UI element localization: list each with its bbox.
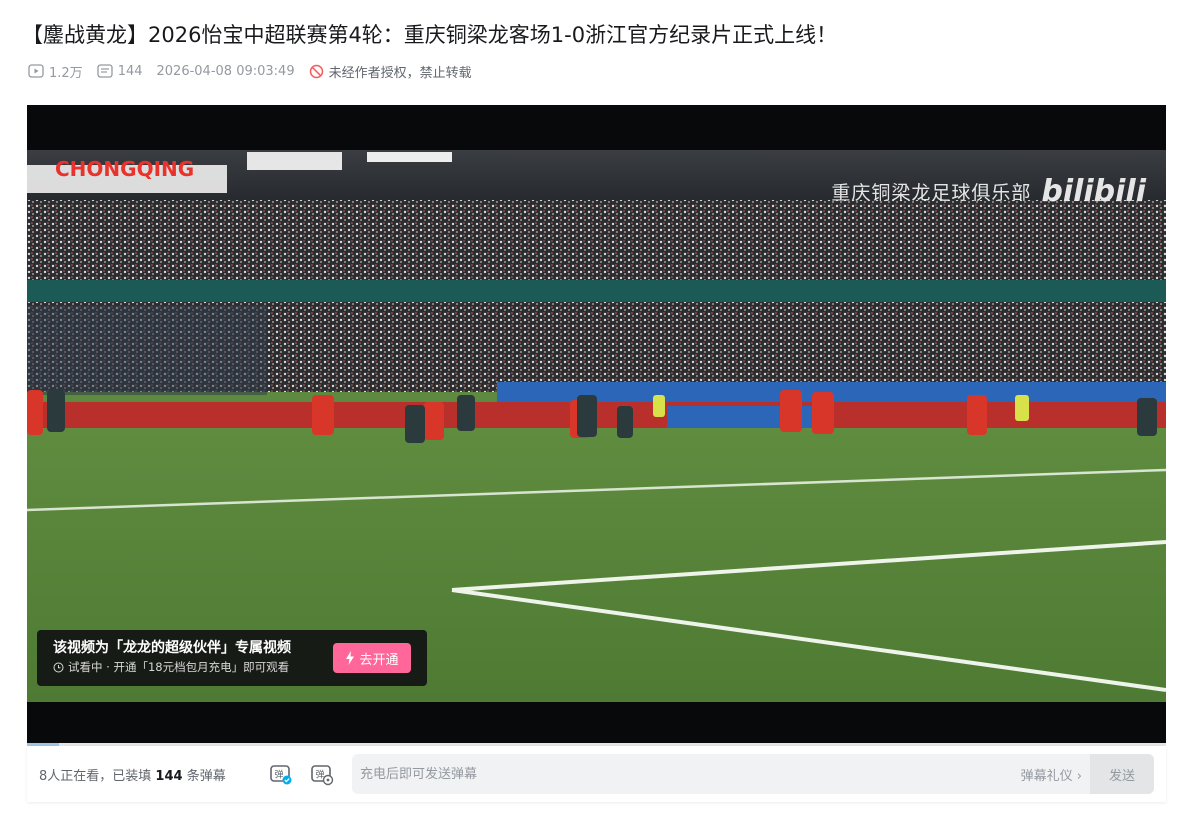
danmaku-count-icon: [97, 64, 113, 78]
watching-status: 8人正在看，已装填 144 条弹幕: [39, 769, 226, 784]
svg-text:弹: 弹: [275, 769, 284, 781]
play-count-icon: [28, 64, 44, 78]
danmaku-input-group: 弹幕礼仪 › 发送: [352, 754, 1154, 794]
danmaku-count: 144: [97, 64, 143, 79]
danmaku-toggle-button[interactable]: 弹: [269, 762, 293, 790]
exclusive-video-banner: 该视频为「龙龙的超级伙伴」专属视频 试看中 · 开通「18元档包月充电」即可观看…: [37, 630, 427, 686]
danmaku-bar: 8人正在看，已装填 144 条弹幕 弹 弹 弹幕礼仪 › 发送: [27, 746, 1166, 802]
channel-watermark: 重庆铜梁龙足球俱乐部 bilibili: [831, 174, 1146, 209]
subscribe-button[interactable]: 去开通: [333, 643, 411, 673]
video-meta: 1.2万 144 2026-04-08 09:03:49 未经作者授权，禁止转载: [28, 61, 486, 81]
send-danmaku-button[interactable]: 发送: [1090, 754, 1154, 794]
video-frame[interactable]: CHONGQING 重庆铜梁龙足球俱乐部 bilibili: [27, 150, 1166, 702]
danmaku-settings-icon: 弹: [311, 765, 334, 786]
video-title: 【鏖战黄龙】2026怡宝中超联赛第4轮：重庆铜梁龙客场1-0浙江官方纪录片正式上…: [22, 23, 838, 47]
danmaku-etiquette-link[interactable]: 弹幕礼仪 ›: [1021, 765, 1082, 784]
copyright-notice: 未经作者授权，禁止转载: [309, 62, 472, 81]
svg-text:CHONGQING: CHONGQING: [55, 157, 194, 181]
bilibili-logo: bilibili: [1041, 174, 1146, 209]
video-player[interactable]: CHONGQING 重庆铜梁龙足球俱乐部 bilibili 该视频为「龙龙的超级…: [27, 105, 1166, 745]
view-count: 1.2万: [28, 62, 83, 81]
danmaku-settings-button[interactable]: 弹: [310, 762, 334, 790]
stadium-scene: CHONGQING: [27, 150, 1166, 702]
no-repost-icon: [309, 64, 323, 78]
danmaku-toggle-icon: 弹: [270, 765, 292, 785]
danmaku-input[interactable]: [352, 754, 1021, 794]
lightning-icon: [346, 651, 355, 665]
publish-time: 2026-04-08 09:03:49: [156, 63, 295, 79]
clock-icon: [53, 662, 64, 672]
